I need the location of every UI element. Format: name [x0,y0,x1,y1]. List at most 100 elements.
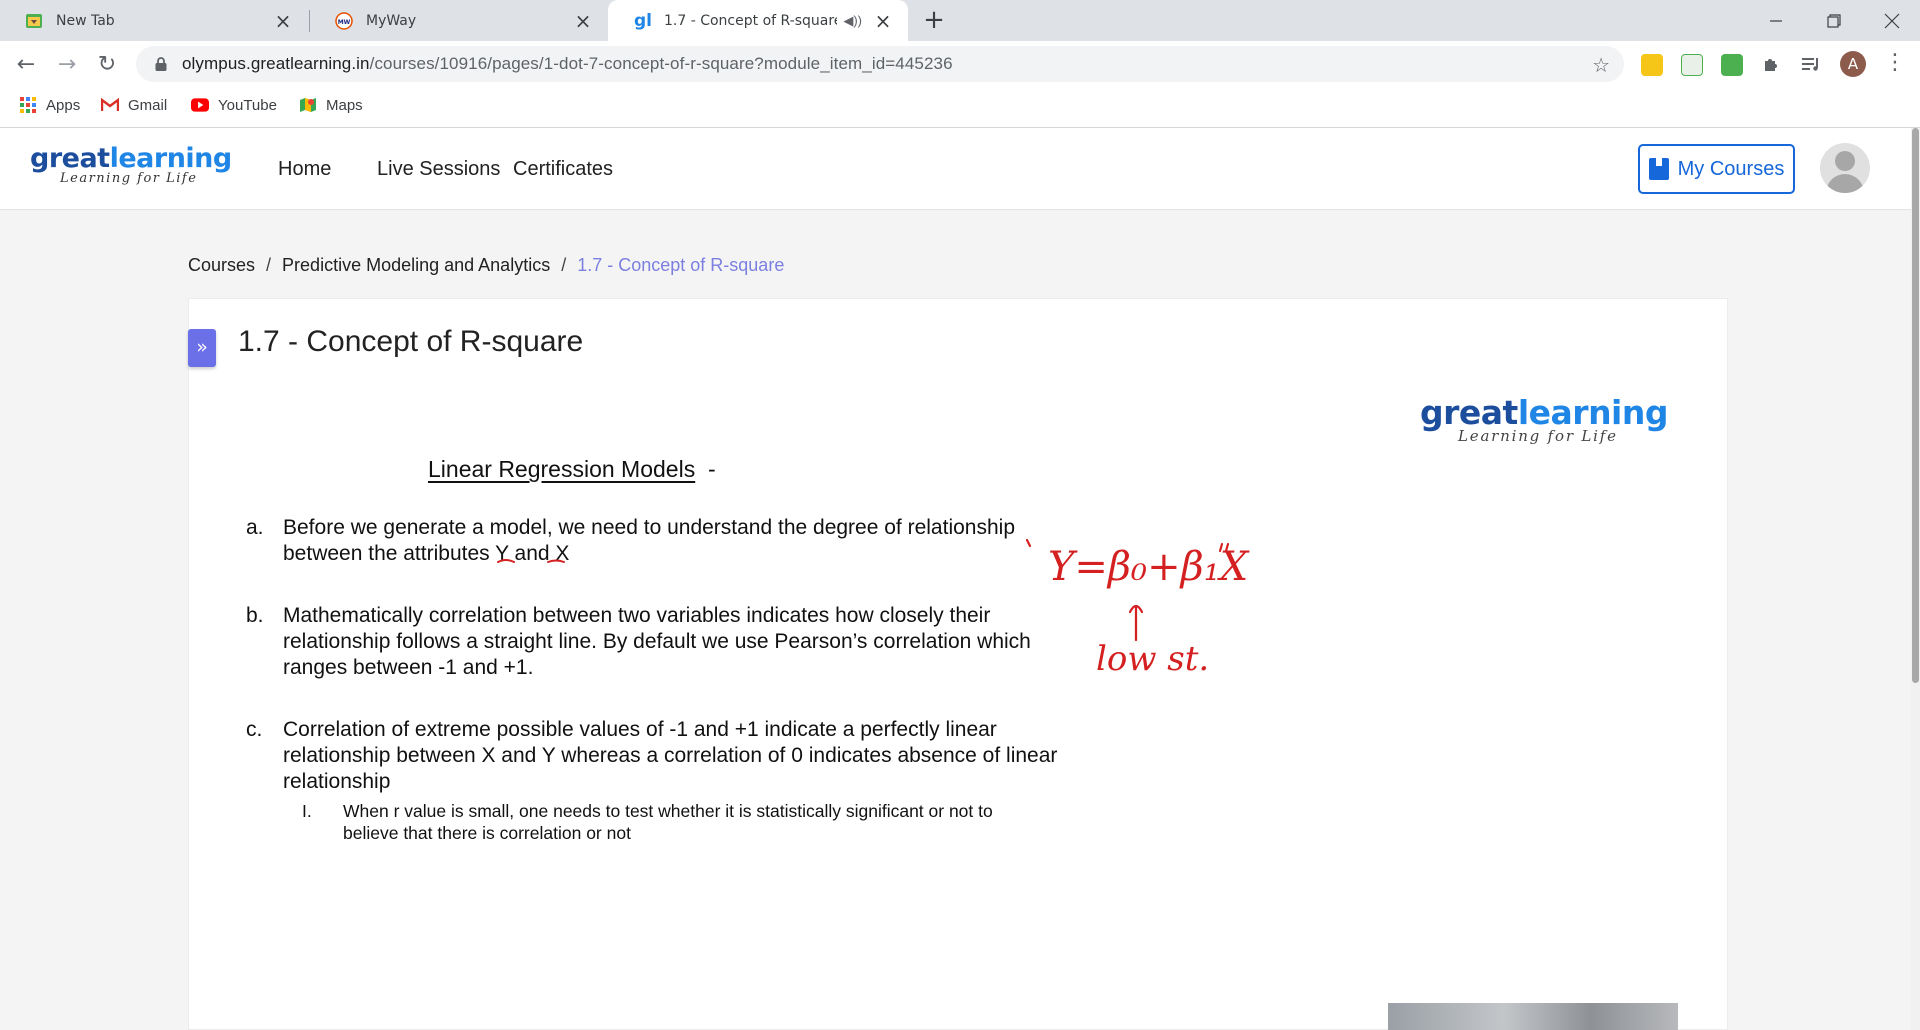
slide-item-c: c. Correlation of extreme possible value… [246,717,1126,795]
bookmark-label: Maps [326,96,363,114]
ink-underlines [497,559,565,563]
slide-item-a: a. Before we generate a model, we need t… [246,515,1046,567]
forward-icon[interactable]: → [51,48,83,80]
my-courses-button[interactable]: My Courses [1638,144,1795,194]
greatlearning-logo[interactable]: greatlearning Learning for Life [30,143,233,187]
tab-title: MyWay [366,12,417,29]
slide-item-b: b. Mathematically correlation between tw… [246,603,1106,681]
profile-avatar[interactable]: A [1840,51,1866,77]
nav-live-sessions[interactable]: Live Sessions [377,158,500,181]
back-icon[interactable]: ← [10,48,42,80]
site-header: greatlearning Learning for Life Home Liv… [0,128,1920,210]
extension-tab-icon[interactable] [1721,54,1743,76]
video-thumbnail[interactable] [1388,1003,1678,1030]
book-icon [1648,158,1669,180]
nav-home[interactable]: Home [278,158,331,181]
extensions-puzzle-icon[interactable] [1755,48,1787,80]
media-controls-icon[interactable] [1795,48,1827,80]
page-scrollbar[interactable] [1911,128,1920,1030]
new-tab-button[interactable]: + [918,6,950,36]
url-text: olympus.greatlearning.in/courses/10916/p… [182,54,953,74]
extension-sheets-icon[interactable] [1681,54,1703,76]
item-line: relationship follows a straight line. By… [283,630,1031,653]
url-host: olympus.greatlearning.in [182,54,370,73]
bookmark-label: Gmail [128,96,168,114]
maps-icon [299,96,317,114]
my-courses-label: My Courses [1677,157,1785,180]
breadcrumb-course[interactable]: Predictive Modeling and Analytics [282,255,550,276]
bookmark-gmail[interactable]: Gmail [101,87,167,123]
slide-heading-text: Linear Regression Models [428,456,696,482]
gmail-icon [101,96,119,114]
speaker-icon[interactable]: ◀)) [843,13,862,29]
subitem-text: When r value is small, one needs to test… [343,800,993,844]
close-tab-icon[interactable]: × [872,10,894,32]
tab-title: New Tab [56,12,115,29]
breadcrumb-separator: / [561,255,567,275]
ink-quote-open [1025,538,1032,548]
minimize-icon[interactable] [1748,0,1804,41]
bookmark-apps[interactable]: Apps [19,87,80,123]
address-bar[interactable]: olympus.greatlearning.in/courses/10916/p… [136,46,1624,82]
scrollbar-thumb[interactable] [1912,128,1919,683]
close-tab-icon[interactable]: × [272,10,294,32]
logo-word-great: great [30,143,110,174]
item-text: Before we generate a model, we need to u… [283,515,1015,567]
tab-new-tab[interactable]: New Tab × [0,0,308,41]
ink-note: low st. [1096,639,1209,679]
subitem-marker: I. [302,801,312,821]
tab-concept-of-r-square[interactable]: gl 1.7 - Concept of R-square: Pr ◀)) × [608,0,908,41]
avatar-head [1835,151,1855,171]
breadcrumb-current: 1.7 - Concept of R-square [577,255,785,275]
browser-menu-icon[interactable]: ⋮ [1884,50,1906,78]
user-avatar[interactable] [1820,143,1870,193]
apps-grid-icon [19,96,37,114]
avatar-body [1826,174,1864,193]
tab-title: 1.7 - Concept of R-square: Pr [664,12,837,29]
bookmark-maps[interactable]: Maps [299,87,363,123]
logo-word-learning: learning [109,143,233,174]
slide-greatlearning-logo: greatlearning Learning for Life [1420,396,1668,446]
myway-icon: MW [334,11,354,31]
item-marker: c. [246,718,263,741]
page-title: 1.7 - Concept of R-square [238,325,584,358]
tab-strip: New Tab × MW MyWay × gl 1.7 - Concept of… [0,0,1920,41]
item-text: Mathematically correlation between two v… [283,603,1031,681]
lock-icon[interactable] [152,55,170,73]
breadcrumb-separator: / [266,255,272,275]
slide-heading-suffix: - [707,456,716,482]
bookmarks-bar: Apps Gmail YouTube Maps [0,87,1920,128]
bookmark-label: YouTube [218,96,277,114]
bookmark-youtube[interactable]: YouTube [191,87,277,123]
item-marker: a. [246,516,264,539]
item-text: Correlation of extreme possible values o… [283,717,1057,795]
bookmark-star-icon[interactable]: ☆ [1592,53,1610,77]
reload-icon[interactable]: ↻ [91,48,123,80]
greatlearning-icon: gl [632,11,652,31]
item-line: Correlation of extreme possible values o… [283,718,997,741]
tab-myway[interactable]: MW MyWay × [310,0,608,41]
svg-text:MW: MW [338,19,351,26]
breadcrumb-courses[interactable]: Courses [188,255,255,276]
youtube-icon [191,96,209,114]
close-window-icon[interactable] [1864,0,1920,41]
subitem-line: believe that there is correlation or not [343,823,631,843]
new-tab-icon [24,11,44,31]
item-line: between the attributes Y and X [283,542,570,565]
sidebar-toggle-button[interactable]: » [188,329,216,367]
nav-certificates[interactable]: Certificates [513,158,613,181]
item-marker: b. [246,604,264,627]
bookmark-label: Apps [46,96,81,114]
browser-toolbar: ← → ↻ olympus.greatlearning.in/courses/1… [0,41,1920,87]
item-line: relationship [283,770,391,793]
item-line: relationship between X and Y whereas a c… [283,744,1058,767]
item-line: ranges between -1 and +1. [283,656,534,679]
restore-icon[interactable] [1806,0,1862,41]
subitem-line: When r value is small, one needs to test… [343,801,993,821]
item-line: Before we generate a model, we need to u… [283,516,1015,539]
url-path: /courses/10916/pages/1-dot-7-concept-of-… [369,54,953,73]
slide-heading: Linear Regression Models - [428,456,716,483]
item-line: Mathematically correlation between two v… [283,604,991,627]
close-tab-icon[interactable]: × [572,10,594,32]
extension-notes-icon[interactable] [1641,54,1663,76]
